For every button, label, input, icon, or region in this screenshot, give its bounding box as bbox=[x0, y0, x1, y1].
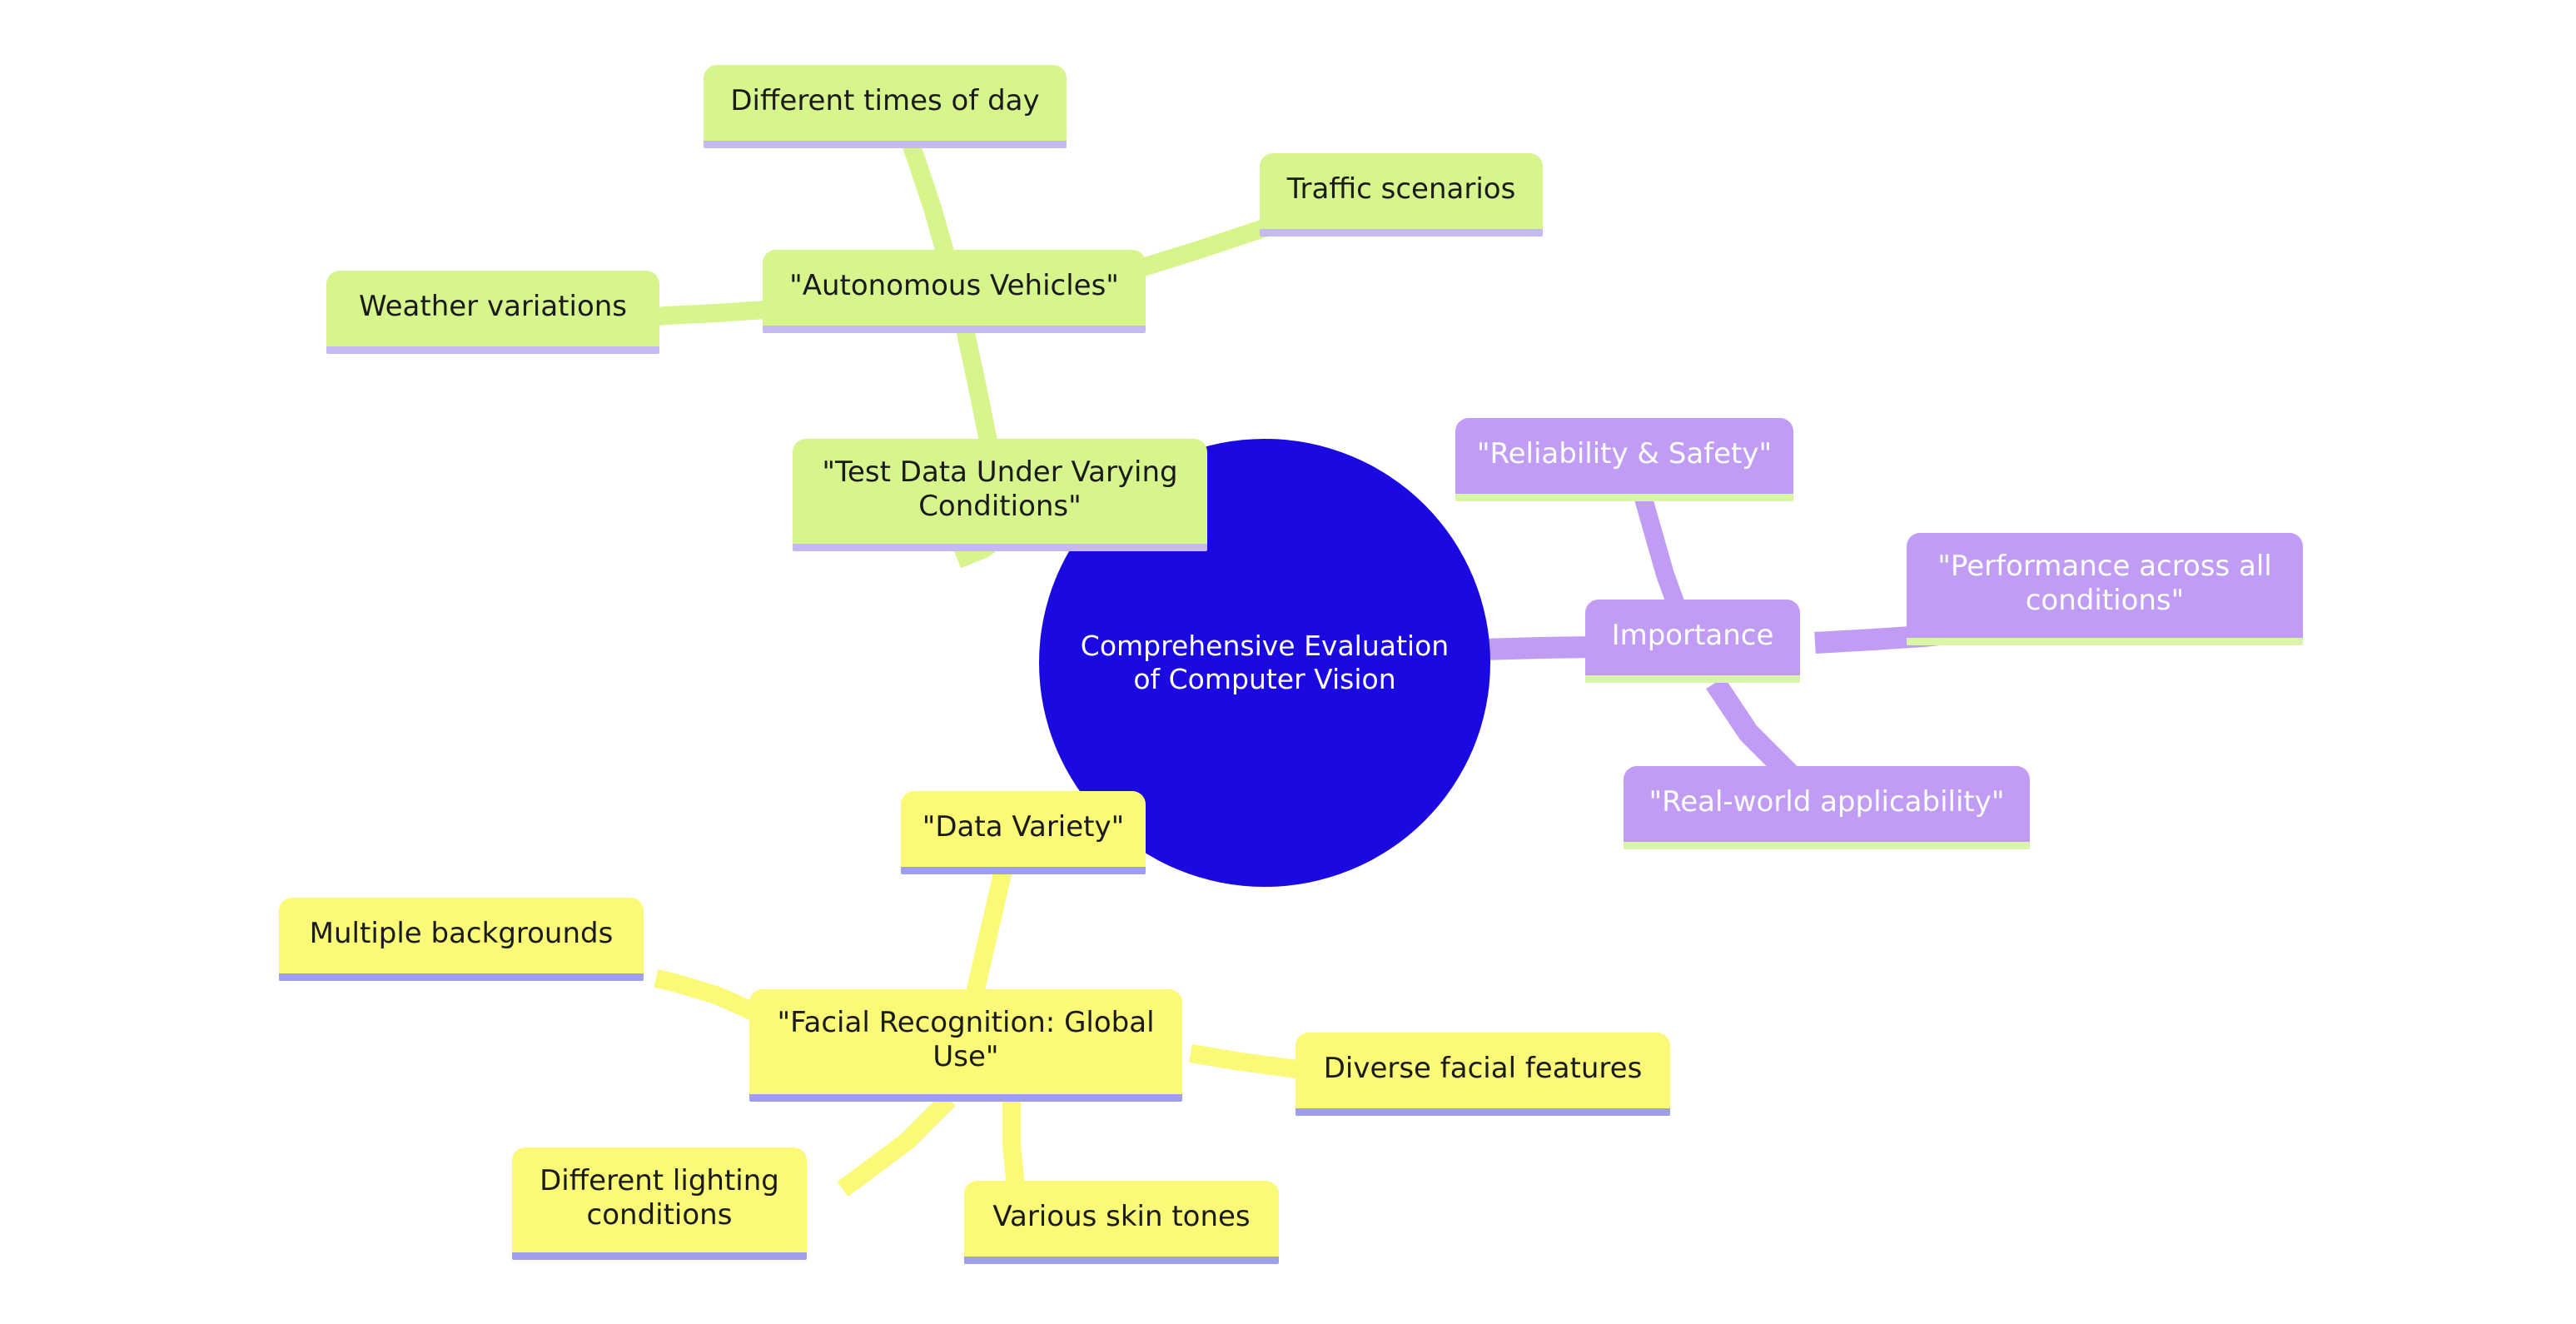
edge-autonomous-vehicles-to-different-times-of-day bbox=[900, 137, 958, 270]
edge-facial-recognition-to-different-lighting bbox=[837, 1093, 956, 1197]
node-various-skin-tones[interactable]: Various skin tones bbox=[964, 1181, 1279, 1264]
node-reliability-safety[interactable]: "Reliability & Safety" bbox=[1455, 418, 1793, 501]
node-importance[interactable]: Importance bbox=[1585, 600, 1800, 683]
edge-autonomous-vehicles-to-traffic-scenarios bbox=[1137, 217, 1273, 277]
node-real-world-applicability[interactable]: "Real-world applicability" bbox=[1624, 766, 2030, 849]
node-multiple-backgrounds[interactable]: Multiple backgrounds bbox=[279, 898, 644, 981]
node-autonomous-vehicles[interactable]: "Autonomous Vehicles" bbox=[763, 250, 1146, 333]
mindmap-canvas: Comprehensive Evaluation of Computer Vis… bbox=[0, 0, 2576, 1324]
node-data-variety[interactable]: "Data Variety" bbox=[901, 791, 1146, 874]
node-performance-across-all-conditions[interactable]: "Performance across all conditions" bbox=[1907, 533, 2303, 645]
edge-facial-recognition-to-multiple-backgrounds bbox=[654, 969, 758, 1021]
node-facial-recognition-global-use[interactable]: "Facial Recognition: Global Use" bbox=[749, 989, 1182, 1102]
edge-autonomous-vehicles-to-weather-variations bbox=[647, 301, 767, 326]
node-traffic-scenarios[interactable]: Traffic scenarios bbox=[1260, 153, 1543, 236]
node-different-times-of-day[interactable]: Different times of day bbox=[704, 65, 1067, 148]
node-test-data-under-varying-conditions[interactable]: "Test Data Under Varying Conditions" bbox=[793, 439, 1207, 551]
edge-facial-recognition-to-diverse-facial-features bbox=[1189, 1044, 1310, 1080]
node-weather-variations[interactable]: Weather variations bbox=[326, 271, 659, 354]
node-different-lighting-conditions[interactable]: Different lighting conditions bbox=[512, 1147, 807, 1260]
edge-data-variety-to-facial-recognition bbox=[965, 868, 1012, 1000]
node-diverse-facial-features[interactable]: Diverse facial features bbox=[1295, 1033, 1670, 1116]
